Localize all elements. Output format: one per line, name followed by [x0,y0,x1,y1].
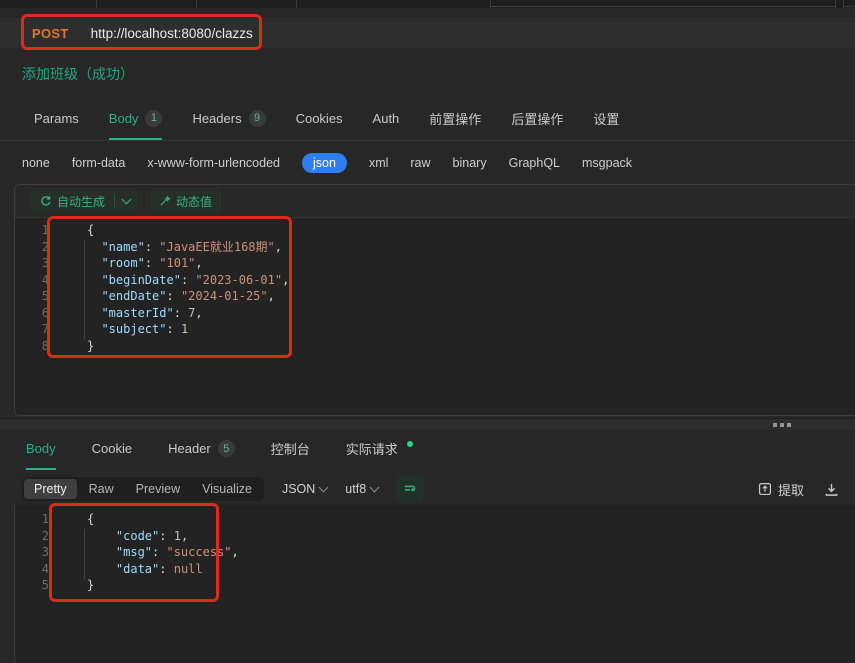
api-client-window: POST http://localhost:8080/clazzs 添加班级（成… [0,0,855,663]
tab-params[interactable]: Params [34,100,79,140]
chevron-down-icon [370,483,380,493]
tab-settings[interactable]: 设置 [593,100,619,140]
tab-outline [843,0,855,7]
tab-divider [835,0,836,8]
view-mode-preview[interactable]: Preview [126,479,190,499]
tab-response-header[interactable]: Header 5 [168,431,235,470]
line-number-gutter: 12345678 [15,222,65,354]
format-icon [403,482,417,496]
body-type-xml[interactable]: xml [369,156,388,170]
tab-actual-request[interactable]: 实际请求 [346,431,413,470]
body-count-badge: 1 [145,110,162,127]
body-type-json[interactable]: json [302,153,347,173]
request-editor-toolbar: 自动生成 动态值 [15,185,855,218]
tab-divider [196,0,197,8]
auto-generate-button[interactable]: 自动生成 [31,193,114,210]
tab-response-body[interactable]: Body [26,431,56,470]
body-type-form-data[interactable]: form-data [72,156,126,170]
tab-post-operations[interactable]: 后置操作 [511,100,563,140]
body-type-x-www-form-urlencoded[interactable]: x-www-form-urlencoded [147,156,280,170]
request-json-editor[interactable]: 12345678 { "name": "JavaEE就业168期", "room… [15,218,855,416]
refresh-icon [40,195,52,207]
view-mode-raw[interactable]: Raw [79,479,124,499]
format-dropdown[interactable]: JSON [282,482,327,496]
response-tab-bar: Body Cookie Header 5 控制台 实际请求 [0,431,855,470]
extract-icon [758,482,772,496]
view-mode-pretty[interactable]: Pretty [24,479,77,499]
view-mode-visualize[interactable]: Visualize [192,479,262,499]
wand-icon [159,195,171,207]
download-button[interactable] [824,482,839,497]
headers-count-badge: 9 [249,110,266,127]
tab-divider [296,0,297,8]
body-type-none[interactable]: none [22,156,50,170]
body-type-raw[interactable]: raw [410,156,430,170]
response-json-viewer[interactable]: 12345 { "code": 1, "msg": "success", "da… [14,505,855,663]
chevron-down-icon [319,483,329,493]
response-json-code[interactable]: { "code": 1, "msg": "success", "data": n… [87,511,239,594]
tab-body[interactable]: Body 1 [109,100,163,140]
drag-dots-icon [773,423,791,427]
extract-button[interactable]: 提取 [758,480,804,499]
tab-headers[interactable]: Headers 9 [192,100,265,140]
request-json-code[interactable]: { "name": "JavaEE就业168期", "room": "101",… [87,222,289,354]
request-tab-bar: Params Body 1 Headers 9 Cookies Auth 前置操… [0,100,855,141]
tab-cookies[interactable]: Cookies [296,100,343,140]
encoding-dropdown[interactable]: utf8 [345,482,378,496]
body-type-graphql[interactable]: GraphQL [509,156,560,170]
response-view-toolbar: Pretty Raw Preview Visualize JSON utf8 [0,474,855,504]
body-type-msgpack[interactable]: msgpack [582,156,632,170]
tab-divider [96,0,97,8]
status-dot [407,441,413,447]
request-body-panel: 自动生成 动态值 12345678 { "name": [14,184,855,416]
auto-generate-button-group: 自动生成 [31,189,138,213]
tab-auth[interactable]: Auth [373,100,400,140]
auto-generate-dropdown[interactable] [115,199,138,203]
body-type-binary[interactable]: binary [453,156,487,170]
tab-outline [490,0,835,7]
method-selector[interactable]: POST [32,26,69,41]
tab-pre-operations[interactable]: 前置操作 [429,100,481,140]
window-tab-strip [0,0,855,8]
indent-guide [84,240,85,339]
header-count-badge: 5 [218,440,235,457]
view-mode-switch: Pretty Raw Preview Visualize [22,477,264,501]
tab-console[interactable]: 控制台 [271,431,310,470]
body-type-bar: none form-data x-www-form-urlencoded jso… [0,146,855,180]
response-actions: 提取 [758,474,839,504]
panel-resize-handle[interactable] [0,418,855,430]
tab-response-cookie[interactable]: Cookie [92,431,132,470]
download-icon [824,482,839,497]
line-number-gutter: 12345 [15,511,65,594]
request-title: 添加班级（成功） [22,64,134,84]
indent-guide [84,529,85,579]
chevron-down-icon [122,195,132,205]
url-bar: POST http://localhost:8080/clazzs [0,18,855,48]
url-input[interactable]: http://localhost:8080/clazzs [91,26,253,41]
dynamic-value-button[interactable]: 动态值 [150,189,221,213]
wrap-format-button[interactable] [396,476,424,502]
